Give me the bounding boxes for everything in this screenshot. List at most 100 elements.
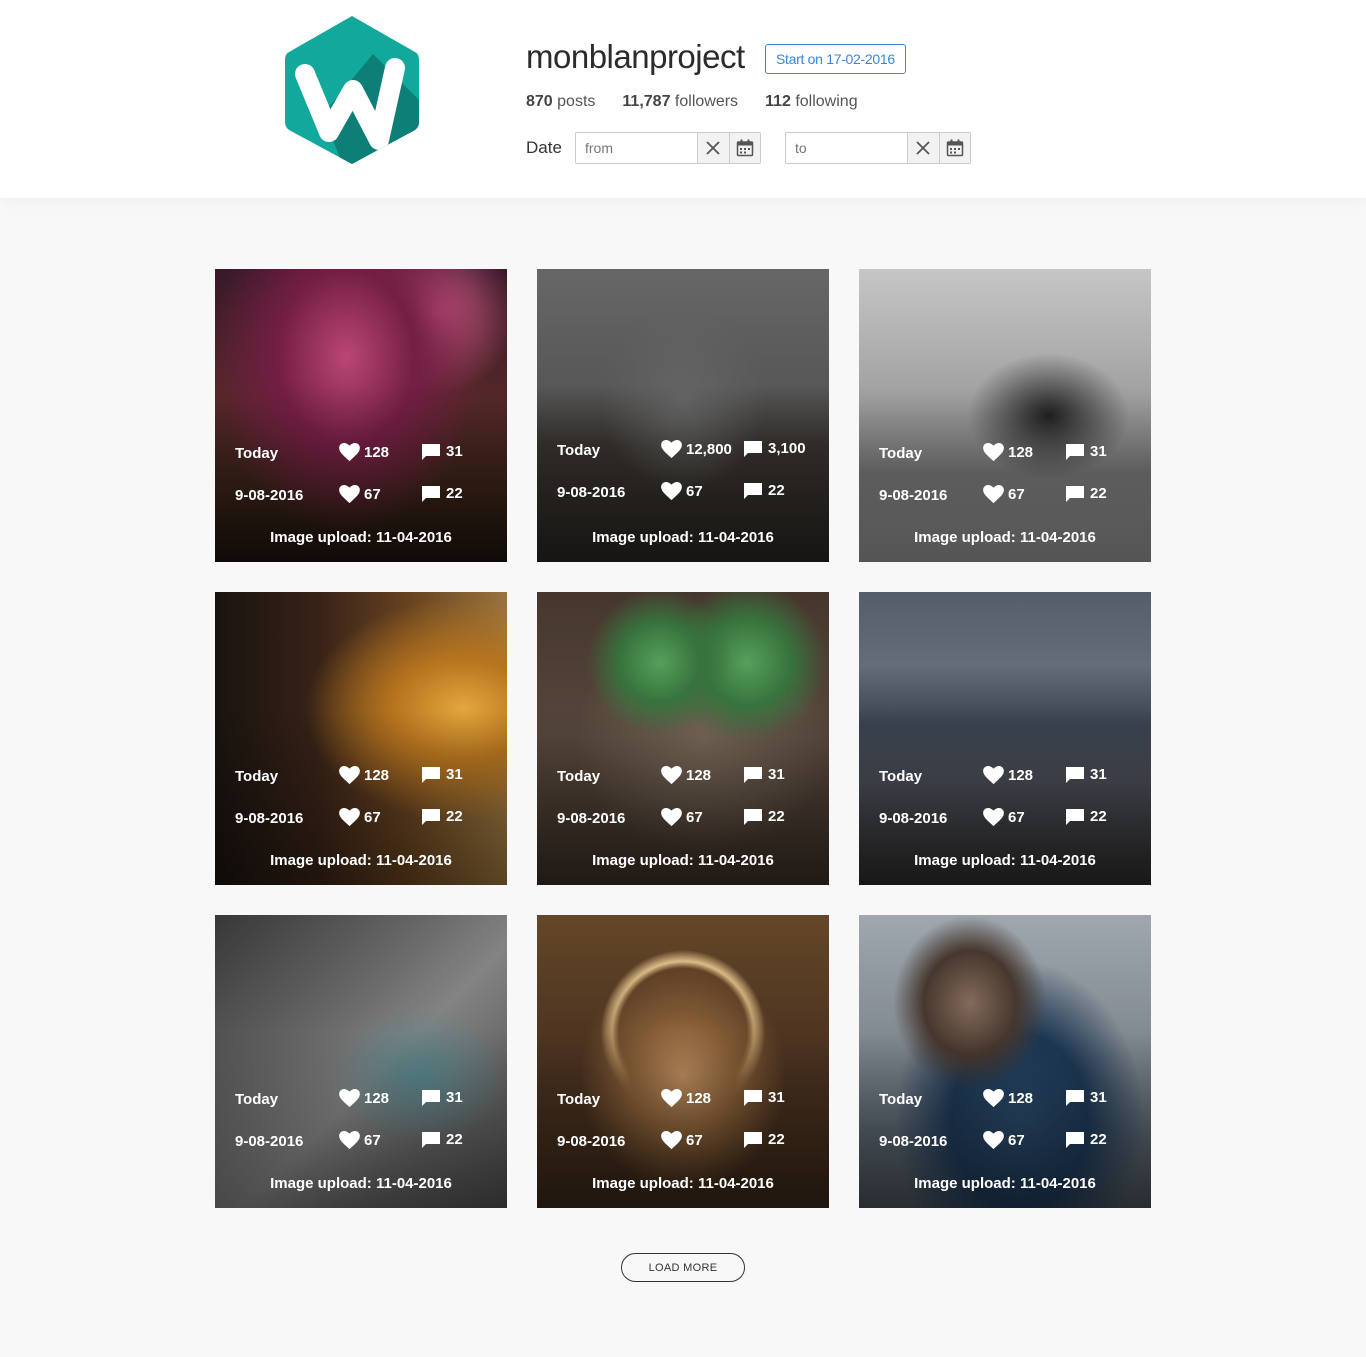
date-stats: 9-08-2016 67 22 — [557, 1131, 809, 1153]
start-date-badge: Start on 17-02-2016 — [765, 44, 906, 74]
date-likes-count: 67 — [364, 486, 381, 503]
today-likes-count: 128 — [686, 767, 712, 784]
heart-icon — [983, 808, 1004, 827]
posts-label: posts — [557, 93, 596, 110]
today-likes-count: 128 — [364, 444, 390, 461]
comment-icon — [1066, 443, 1084, 460]
post-card[interactable]: Today 128 31 9-08-2016 67 22 Image uploa… — [859, 269, 1151, 562]
comment-icon — [422, 1131, 440, 1148]
comment-icon — [744, 1089, 762, 1106]
today-stats: Today 12,800 3,100 — [557, 440, 809, 462]
today-comments-count: 31 — [446, 443, 463, 460]
close-icon — [706, 141, 720, 155]
post-card[interactable]: Today 12,800 3,100 9-08-2016 67 22 Image… — [537, 269, 829, 562]
date-stats: 9-08-2016 67 22 — [879, 808, 1131, 830]
today-label: Today — [235, 1091, 279, 1108]
date-likes-count: 67 — [686, 483, 703, 500]
load-more-button[interactable]: LOAD MORE — [621, 1253, 745, 1282]
comment-icon — [422, 808, 440, 825]
heart-icon — [339, 443, 360, 462]
heart-icon — [983, 1089, 1004, 1108]
today-stats: Today 128 31 — [235, 1089, 487, 1111]
stat-date: 9-08-2016 — [557, 1133, 626, 1150]
post-card[interactable]: Today 128 31 9-08-2016 67 22 Image uploa… — [215, 269, 507, 562]
date-from-clear-button[interactable] — [697, 133, 729, 163]
today-comments-count: 31 — [1090, 443, 1107, 460]
post-card[interactable]: Today 128 31 9-08-2016 67 22 Image uploa… — [859, 592, 1151, 885]
comment-icon — [422, 485, 440, 502]
date-to-calendar-button[interactable] — [938, 133, 970, 163]
image-upload-date: Image upload: 11-04-2016 — [592, 852, 774, 869]
heart-icon — [339, 485, 360, 504]
heart-icon — [983, 1131, 1004, 1150]
date-to-field — [785, 132, 971, 164]
today-stats: Today 128 31 — [235, 443, 487, 465]
today-likes-count: 128 — [1008, 767, 1034, 784]
today-likes-count: 12,800 — [686, 441, 732, 458]
post-card[interactable]: Today 128 31 9-08-2016 67 22 Image uploa… — [215, 915, 507, 1208]
date-comments-count: 22 — [768, 1131, 785, 1148]
date-to-input[interactable] — [786, 133, 907, 163]
date-likes-count: 67 — [686, 809, 703, 826]
post-card[interactable]: Today 128 31 9-08-2016 67 22 Image uploa… — [537, 915, 829, 1208]
date-stats: 9-08-2016 67 22 — [557, 482, 809, 504]
today-stats: Today 128 31 — [879, 766, 1131, 788]
today-likes-count: 128 — [1008, 1090, 1034, 1107]
profile-username: monblanproject — [526, 38, 745, 75]
posts-count: 870 — [526, 93, 553, 110]
date-filter-label: Date — [526, 138, 562, 157]
image-upload-date: Image upload: 11-04-2016 — [592, 529, 774, 546]
comment-icon — [1066, 808, 1084, 825]
date-from-input[interactable] — [576, 133, 697, 163]
date-stats: 9-08-2016 67 22 — [235, 808, 487, 830]
stat-date: 9-08-2016 — [557, 484, 626, 501]
image-upload-date: Image upload: 11-04-2016 — [270, 852, 452, 869]
today-label: Today — [235, 768, 279, 785]
today-comments-count: 31 — [1090, 1089, 1107, 1106]
heart-icon — [339, 766, 360, 785]
comment-icon — [744, 482, 762, 499]
heart-icon — [339, 808, 360, 827]
today-stats: Today 128 31 — [879, 1089, 1131, 1111]
today-likes-count: 128 — [364, 767, 390, 784]
date-likes-count: 67 — [1008, 486, 1025, 503]
date-to-clear-button[interactable] — [907, 133, 939, 163]
date-stats: 9-08-2016 67 22 — [879, 1131, 1131, 1153]
heart-icon — [661, 440, 682, 459]
post-card[interactable]: Today 128 31 9-08-2016 67 22 Image uploa… — [859, 915, 1151, 1208]
date-likes-count: 67 — [364, 809, 381, 826]
today-comments-count: 31 — [446, 766, 463, 783]
date-comments-count: 22 — [768, 482, 785, 499]
comment-icon — [422, 1089, 440, 1106]
following-stat: 112 following — [765, 93, 858, 111]
post-card[interactable]: Today 128 31 9-08-2016 67 22 Image uploa… — [215, 592, 507, 885]
date-likes-count: 67 — [1008, 809, 1025, 826]
comment-icon — [1066, 485, 1084, 502]
calendar-icon — [946, 139, 963, 157]
today-comments-count: 31 — [768, 1089, 785, 1106]
heart-icon — [983, 766, 1004, 785]
today-label: Today — [557, 442, 601, 459]
today-label: Today — [879, 445, 923, 462]
date-from-calendar-button[interactable] — [728, 133, 760, 163]
today-comments-count: 31 — [768, 766, 785, 783]
today-comments-count: 3,100 — [768, 440, 806, 457]
stat-date: 9-08-2016 — [557, 810, 626, 827]
date-comments-count: 22 — [1090, 485, 1107, 502]
today-stats: Today 128 31 — [879, 443, 1131, 465]
date-comments-count: 22 — [446, 1131, 463, 1148]
date-stats: 9-08-2016 67 22 — [235, 1131, 487, 1153]
heart-icon — [983, 443, 1004, 462]
followers-stat: 11,787 followers — [622, 93, 738, 111]
comment-icon — [744, 440, 762, 457]
following-label: following — [795, 93, 858, 110]
heart-icon — [661, 1089, 682, 1108]
followers-count: 11,787 — [622, 93, 671, 110]
today-stats: Today 128 31 — [235, 766, 487, 788]
today-label: Today — [235, 445, 279, 462]
image-upload-date: Image upload: 11-04-2016 — [592, 1175, 774, 1192]
posts-stat: 870 posts — [526, 93, 595, 111]
post-card[interactable]: Today 128 31 9-08-2016 67 22 Image uploa… — [537, 592, 829, 885]
comment-icon — [744, 1131, 762, 1148]
today-likes-count: 128 — [1008, 444, 1034, 461]
